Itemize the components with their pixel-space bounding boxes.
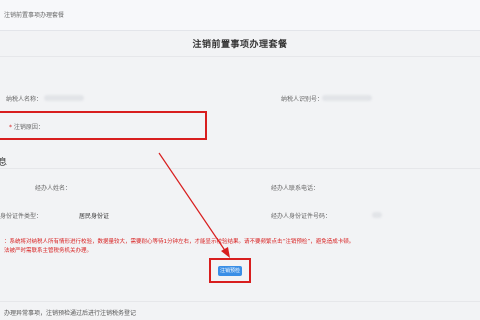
footer-text: 办理异常事项，注销预检通过后进行注销税务登记 <box>4 310 137 317</box>
footer-divider <box>0 301 480 302</box>
precheck-button[interactable]: 注销预检 <box>218 266 242 276</box>
